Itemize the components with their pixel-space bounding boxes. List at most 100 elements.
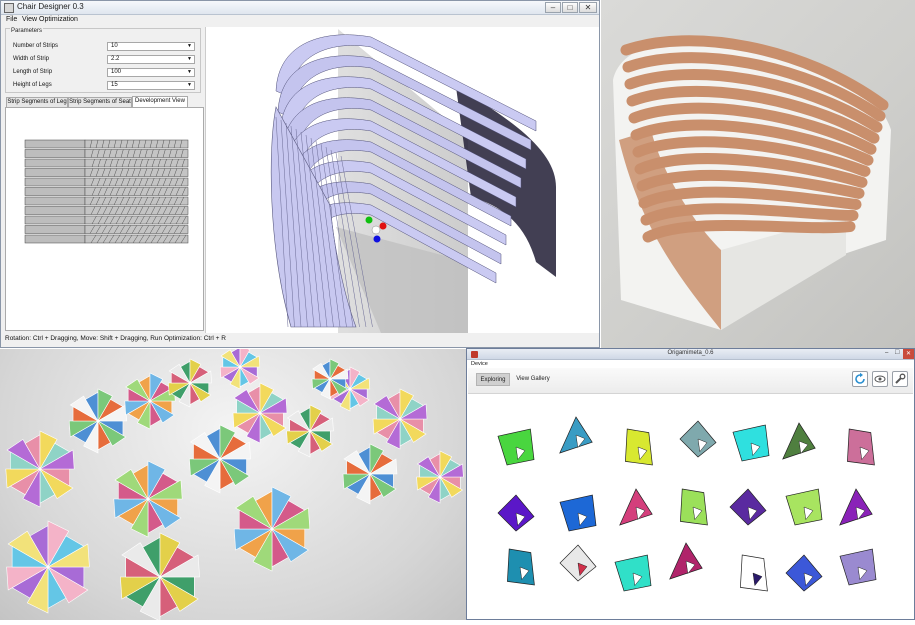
chair-3d-model	[270, 29, 556, 333]
chevron-down-icon: ▼	[187, 82, 192, 88]
gallery-item[interactable]	[839, 548, 877, 586]
chevron-down-icon: ▼	[187, 43, 192, 49]
legs-value: 15	[111, 82, 118, 88]
param-label-legs: Height of Legs	[13, 82, 52, 88]
gizmo-origin[interactable]	[371, 225, 381, 235]
gallery-item[interactable]	[782, 422, 816, 460]
close-button[interactable]: ✕	[903, 349, 914, 359]
tab-view-gallery[interactable]: View Gallery	[514, 373, 552, 386]
dev-strip-leg	[24, 139, 86, 149]
gallery-item[interactable]	[497, 428, 535, 466]
dev-strip-seat	[84, 187, 189, 196]
gallery-item[interactable]	[625, 428, 653, 466]
gallery-item[interactable]	[559, 544, 597, 582]
modular-origami-stars	[5, 344, 464, 622]
origami-gallery	[468, 395, 913, 619]
dev-strip-leg	[24, 149, 86, 158]
width-select[interactable]: 2.2 ▼	[107, 55, 195, 64]
dev-strip-leg	[24, 225, 86, 234]
chair-designer-window: Chair Designer 0.3 – □ ✕ File View Optim…	[0, 0, 600, 348]
tab-exploring[interactable]: Exploring	[476, 373, 510, 386]
chair-photo	[601, 0, 915, 348]
menubar: File View Optimization	[1, 16, 599, 26]
menu-file[interactable]: File	[6, 16, 17, 23]
origamimeta-titlebar: Origamimeta_0.6 – □ ✕	[467, 349, 914, 360]
maximize-button[interactable]: □	[562, 2, 578, 13]
chevron-down-icon: ▼	[187, 56, 192, 62]
gizmo-axis-y[interactable]	[365, 216, 373, 224]
3d-viewport[interactable]	[205, 27, 599, 333]
gizmo-axis-z[interactable]	[373, 235, 381, 243]
origami-piece	[625, 428, 653, 466]
development-view-panel	[5, 107, 204, 331]
gallery-item[interactable]	[679, 420, 717, 458]
dev-strip-leg	[24, 215, 86, 225]
param-label-length: Length of Strip	[13, 69, 53, 75]
gallery-item[interactable]	[729, 488, 767, 526]
dev-strip-seat	[84, 139, 189, 149]
origami-piece	[507, 548, 535, 586]
chair-photo-image	[613, 35, 891, 330]
tab-strip-segments-seat[interactable]: Strip Segments of Seat	[68, 97, 132, 107]
dev-strip-leg	[24, 196, 86, 206]
window-title: Chair Designer 0.3	[17, 2, 84, 11]
dev-strip-leg	[24, 158, 86, 168]
origami-modules-image	[5, 344, 464, 622]
minimize-button[interactable]: –	[885, 350, 888, 356]
chair-designer-titlebar: Chair Designer 0.3 – □ ✕	[1, 1, 599, 15]
dev-strip-seat	[84, 177, 189, 187]
length-value: 100	[111, 69, 122, 75]
dev-strip-seat	[84, 225, 189, 234]
gallery-item[interactable]	[680, 488, 708, 526]
dev-strip-seat	[84, 168, 189, 177]
length-select[interactable]: 100 ▼	[107, 68, 195, 77]
window-title: Origamimeta_0.6	[667, 350, 714, 356]
gallery-canvas	[497, 416, 877, 592]
gallery-item[interactable]	[619, 488, 653, 526]
gallery-item[interactable]	[614, 554, 652, 592]
close-button[interactable]: ✕	[579, 2, 597, 13]
gallery-item[interactable]	[785, 554, 823, 592]
dev-strip-seat	[84, 149, 189, 158]
maximize-button[interactable]: □	[895, 349, 899, 356]
gallery-item[interactable]	[497, 494, 535, 532]
dev-strip-leg	[24, 206, 86, 215]
menu-view[interactable]: View	[22, 16, 37, 23]
dev-strip-leg	[24, 234, 86, 244]
gallery-item[interactable]	[732, 424, 770, 462]
origamimeta-window: Origamimeta_0.6 – □ ✕ Device Exploring V…	[466, 348, 915, 620]
tab-strip-segments-leg[interactable]: Strip Segments of Leg	[6, 97, 68, 107]
strips-value: 10	[111, 43, 118, 49]
settings-button[interactable]	[892, 371, 908, 387]
dev-strip-leg	[24, 187, 86, 196]
width-value: 2.2	[111, 56, 120, 62]
eye-icon	[874, 375, 886, 383]
gallery-item[interactable]	[669, 542, 703, 580]
dev-strip-seat	[84, 234, 189, 244]
minimize-button[interactable]: –	[545, 2, 561, 13]
gallery-item[interactable]	[740, 554, 768, 592]
dev-strip-seat	[84, 215, 189, 225]
gallery-item[interactable]	[507, 548, 535, 586]
wrench-icon	[895, 373, 906, 384]
menu-device[interactable]: Device	[471, 361, 488, 367]
gallery-item[interactable]	[847, 428, 875, 466]
gallery-item[interactable]	[785, 488, 823, 526]
origami-piece	[680, 488, 708, 526]
legs-select[interactable]: 15 ▼	[107, 81, 195, 90]
dev-strip-leg	[24, 177, 86, 187]
gizmo-axis-x[interactable]	[379, 222, 387, 230]
dev-strip-leg	[24, 168, 86, 177]
origami-modules-photo	[0, 344, 466, 622]
tab-development-view[interactable]: Development View	[132, 96, 188, 107]
gallery-item[interactable]	[559, 416, 593, 454]
origami-piece	[847, 428, 875, 466]
view-button[interactable]	[872, 371, 888, 387]
gallery-item[interactable]	[559, 494, 597, 532]
refresh-button[interactable]	[852, 371, 868, 387]
gallery-item[interactable]	[839, 488, 873, 526]
menu-optimization[interactable]: Optimization	[39, 16, 78, 23]
dev-strip-seat	[84, 196, 189, 206]
app-icon	[4, 3, 14, 13]
strips-select[interactable]: 10 ▼	[107, 42, 195, 51]
